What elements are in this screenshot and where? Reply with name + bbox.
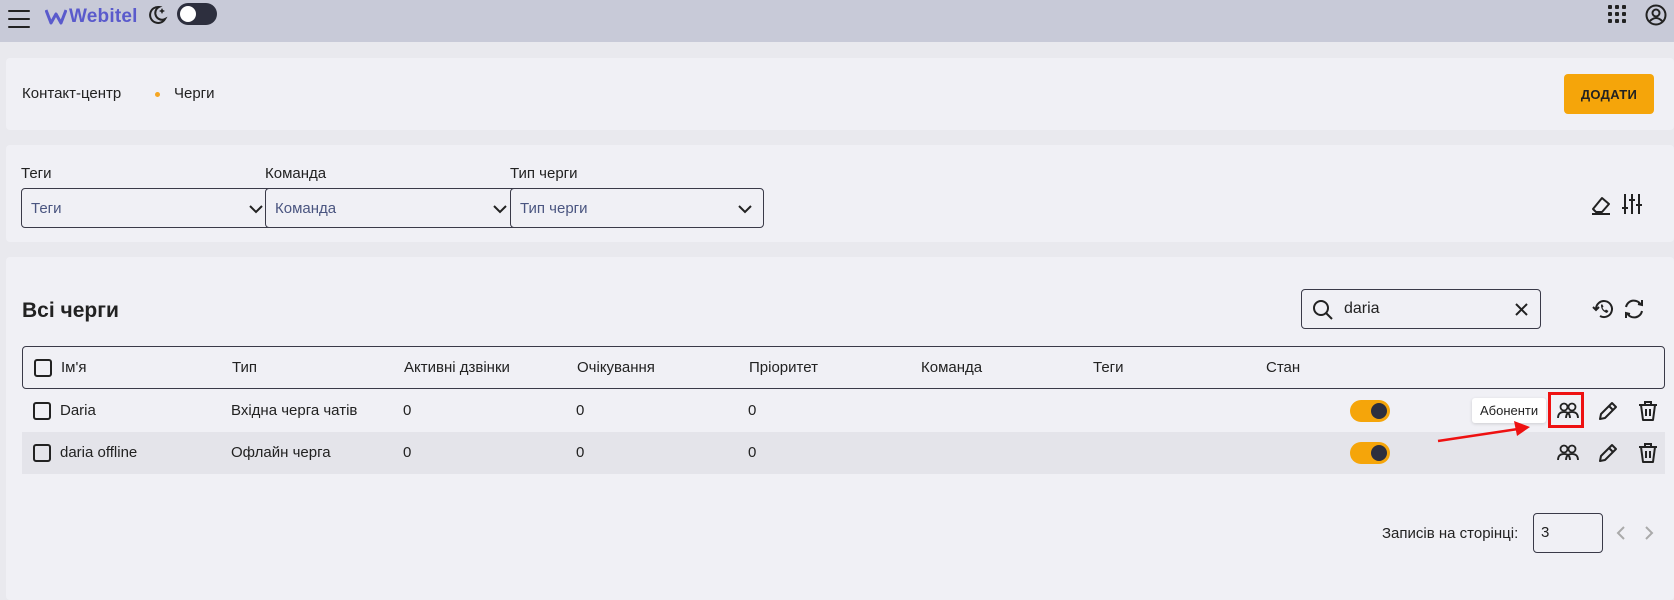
breadcrumb-separator (155, 92, 160, 97)
search-value: daria (1344, 300, 1380, 317)
toggle-knob (180, 6, 196, 22)
close-icon[interactable] (1515, 303, 1528, 316)
members-icon[interactable] (1556, 441, 1580, 465)
breadcrumb-bar: Контакт-центр Черги ДОДАТИ (6, 58, 1674, 130)
chevron-down-icon (738, 205, 752, 214)
menu-icon[interactable] (8, 10, 30, 28)
row-waiting: 0 (576, 444, 585, 461)
row-checkbox[interactable] (33, 444, 51, 462)
tags-select-placeholder: Теги (31, 199, 62, 217)
column-state[interactable]: Стан (1266, 359, 1300, 376)
app-logo[interactable]: Webitel (45, 6, 138, 28)
column-name[interactable]: Ім'я (61, 359, 86, 376)
row-priority: 0 (748, 402, 757, 419)
tags-select[interactable]: Теги (21, 188, 275, 228)
table-row: daria offline Офлайн черга 0 0 0 (22, 432, 1665, 474)
row-name[interactable]: Daria (60, 402, 96, 419)
column-tags[interactable]: Теги (1093, 359, 1124, 376)
annotation-arrow (1437, 421, 1530, 443)
chevron-left-icon[interactable] (1614, 525, 1628, 541)
team-select[interactable]: Команда (265, 188, 519, 228)
queue-type-select[interactable]: Тип черги (510, 188, 764, 228)
row-type: Офлайн черга (231, 444, 331, 461)
table-row: Daria Вхідна черга чатів 0 0 0 Абоненти (22, 390, 1665, 432)
row-name[interactable]: daria offline (60, 444, 137, 461)
filter-team: Команда Команда (265, 165, 519, 228)
filters-panel: Теги Теги Команда Команда Тип черги Тип … (6, 145, 1674, 242)
column-active-calls[interactable]: Активні дзвінки (404, 359, 510, 376)
eraser-icon[interactable] (1590, 194, 1612, 216)
top-bar: Webitel (0, 0, 1674, 42)
table-header: Ім'я Тип Активні дзвінки Очікування Пріо… (22, 346, 1665, 389)
rows-per-page-input[interactable]: 3 (1533, 513, 1603, 553)
column-type[interactable]: Тип (232, 359, 257, 376)
page-title: Всі черги (22, 299, 119, 322)
row-active-calls: 0 (403, 402, 412, 419)
select-all-checkbox[interactable] (34, 359, 52, 377)
moon-icon (149, 5, 168, 24)
refresh-icon[interactable] (1622, 297, 1646, 321)
filter-queue-type-label: Тип черги (510, 165, 578, 182)
rows-per-page-label: Записів на сторінці: (1382, 525, 1519, 542)
edit-icon[interactable] (1596, 399, 1620, 423)
row-checkbox[interactable] (33, 402, 51, 420)
toggle-knob (1371, 403, 1387, 419)
row-priority: 0 (748, 444, 757, 461)
team-select-placeholder: Команда (275, 199, 337, 217)
state-toggle[interactable] (1350, 442, 1390, 464)
chevron-right-icon[interactable] (1642, 525, 1656, 541)
filter-queue-type: Тип черги Тип черги (510, 165, 764, 228)
row-type: Вхідна черга чатів (231, 402, 358, 419)
app-name: Webitel (69, 6, 138, 27)
queue-type-select-placeholder: Тип черги (520, 199, 588, 217)
search-icon (1313, 300, 1333, 320)
trash-icon[interactable] (1636, 441, 1660, 465)
row-waiting: 0 (576, 402, 585, 419)
column-team[interactable]: Команда (921, 359, 982, 376)
chevron-down-icon (493, 205, 507, 214)
filter-tags-label: Теги (21, 165, 52, 182)
members-icon[interactable] (1556, 399, 1580, 423)
row-active-calls: 0 (403, 444, 412, 461)
sliders-icon[interactable] (1621, 192, 1643, 216)
apps-grid-icon[interactable] (1608, 5, 1626, 23)
trash-icon[interactable] (1636, 399, 1660, 423)
call-history-icon[interactable] (1592, 297, 1616, 321)
state-toggle[interactable] (1350, 400, 1390, 422)
account-icon[interactable] (1645, 4, 1667, 26)
column-waiting[interactable]: Очікування (577, 359, 655, 376)
chevron-down-icon (249, 205, 263, 214)
add-button[interactable]: ДОДАТИ (1564, 74, 1654, 114)
edit-icon[interactable] (1596, 441, 1620, 465)
theme-toggle[interactable] (177, 3, 217, 25)
filter-tags: Теги Теги (21, 165, 275, 228)
breadcrumb-contact-center[interactable]: Контакт-центр (22, 85, 121, 102)
queues-table-panel: Всі черги daria Ім'я Тип Активні дзвінки… (6, 257, 1674, 600)
filter-team-label: Команда (265, 165, 327, 182)
column-priority[interactable]: Пріоритет (749, 359, 818, 376)
breadcrumb-queues: Черги (174, 85, 215, 102)
toggle-knob (1371, 445, 1387, 461)
search-input[interactable]: daria (1301, 289, 1541, 329)
webitel-logo-icon (45, 9, 67, 25)
